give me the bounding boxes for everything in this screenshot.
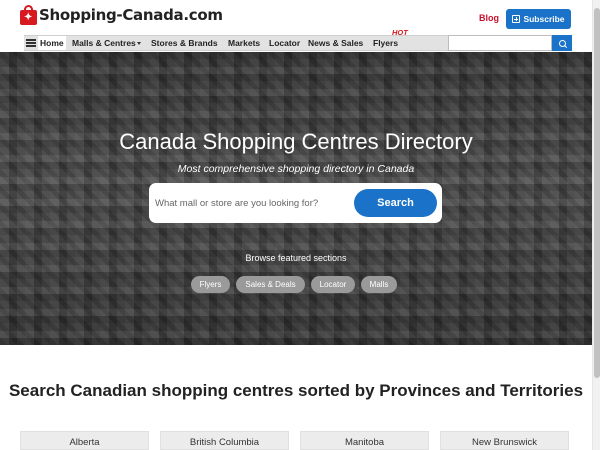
scrollbar-thumb[interactable]	[594, 8, 600, 378]
blog-link[interactable]: Blog	[479, 13, 499, 23]
nav-search-button[interactable]	[552, 35, 572, 51]
nav-search-input[interactable]	[448, 35, 552, 51]
pill-locator[interactable]: Locator	[311, 276, 355, 293]
province-manitoba[interactable]: Manitoba	[300, 431, 429, 450]
shopping-bag-maple-leaf-icon: ✦	[20, 5, 37, 25]
nav-item-label: Malls & Centres	[72, 38, 136, 48]
provinces-section-title: Search Canadian shopping centres sorted …	[8, 381, 584, 400]
province-new-brunswick[interactable]: New Brunswick	[440, 431, 569, 450]
nav-item-news-sales[interactable]: News & Sales	[308, 36, 363, 50]
province-british-columbia[interactable]: British Columbia	[160, 431, 289, 450]
search-icon	[558, 39, 566, 47]
hero-search-button[interactable]: Search	[354, 189, 437, 217]
nav-item-markets[interactable]: Markets	[228, 36, 260, 50]
site-header: ✦ Shopping-Canada.com Blog Subscribe	[0, 0, 600, 34]
plus-square-icon	[512, 15, 521, 23]
page-scrollbar[interactable]	[592, 0, 600, 450]
hero-title: Canada Shopping Centres Directory	[119, 129, 473, 154]
subscribe-label: Subscribe	[523, 14, 565, 24]
nav-item-stores-brands[interactable]: Stores & Brands	[151, 36, 218, 50]
logo-text: Shopping-Canada.com	[39, 6, 223, 24]
pill-sales-deals[interactable]: Sales & Deals	[236, 276, 305, 293]
site-logo[interactable]: ✦ Shopping-Canada.com	[20, 4, 223, 26]
nav-item-flyers[interactable]: Flyers	[373, 36, 398, 50]
pill-flyers[interactable]: Flyers	[191, 276, 230, 293]
hamburger-menu-icon[interactable]	[26, 39, 36, 47]
nav-item-locator[interactable]: Locator	[269, 36, 300, 50]
hero-search-box: Search	[149, 183, 442, 223]
caret-down-icon	[136, 42, 141, 46]
nav-item-malls-centres[interactable]: Malls & Centres	[72, 36, 141, 50]
hero-search-input[interactable]	[155, 194, 345, 212]
hero-banner: Canada Shopping Centres Directory Most c…	[0, 52, 600, 345]
hot-badge: HOT	[392, 28, 408, 37]
nav-item-home[interactable]: Home	[38, 36, 66, 50]
browse-featured-label: Browse featured sections	[245, 253, 347, 263]
hero-subtitle: Most comprehensive shopping directory in…	[177, 163, 415, 175]
subscribe-button[interactable]: Subscribe	[506, 9, 571, 29]
pill-malls[interactable]: Malls	[361, 276, 397, 293]
province-alberta[interactable]: Alberta	[20, 431, 149, 450]
